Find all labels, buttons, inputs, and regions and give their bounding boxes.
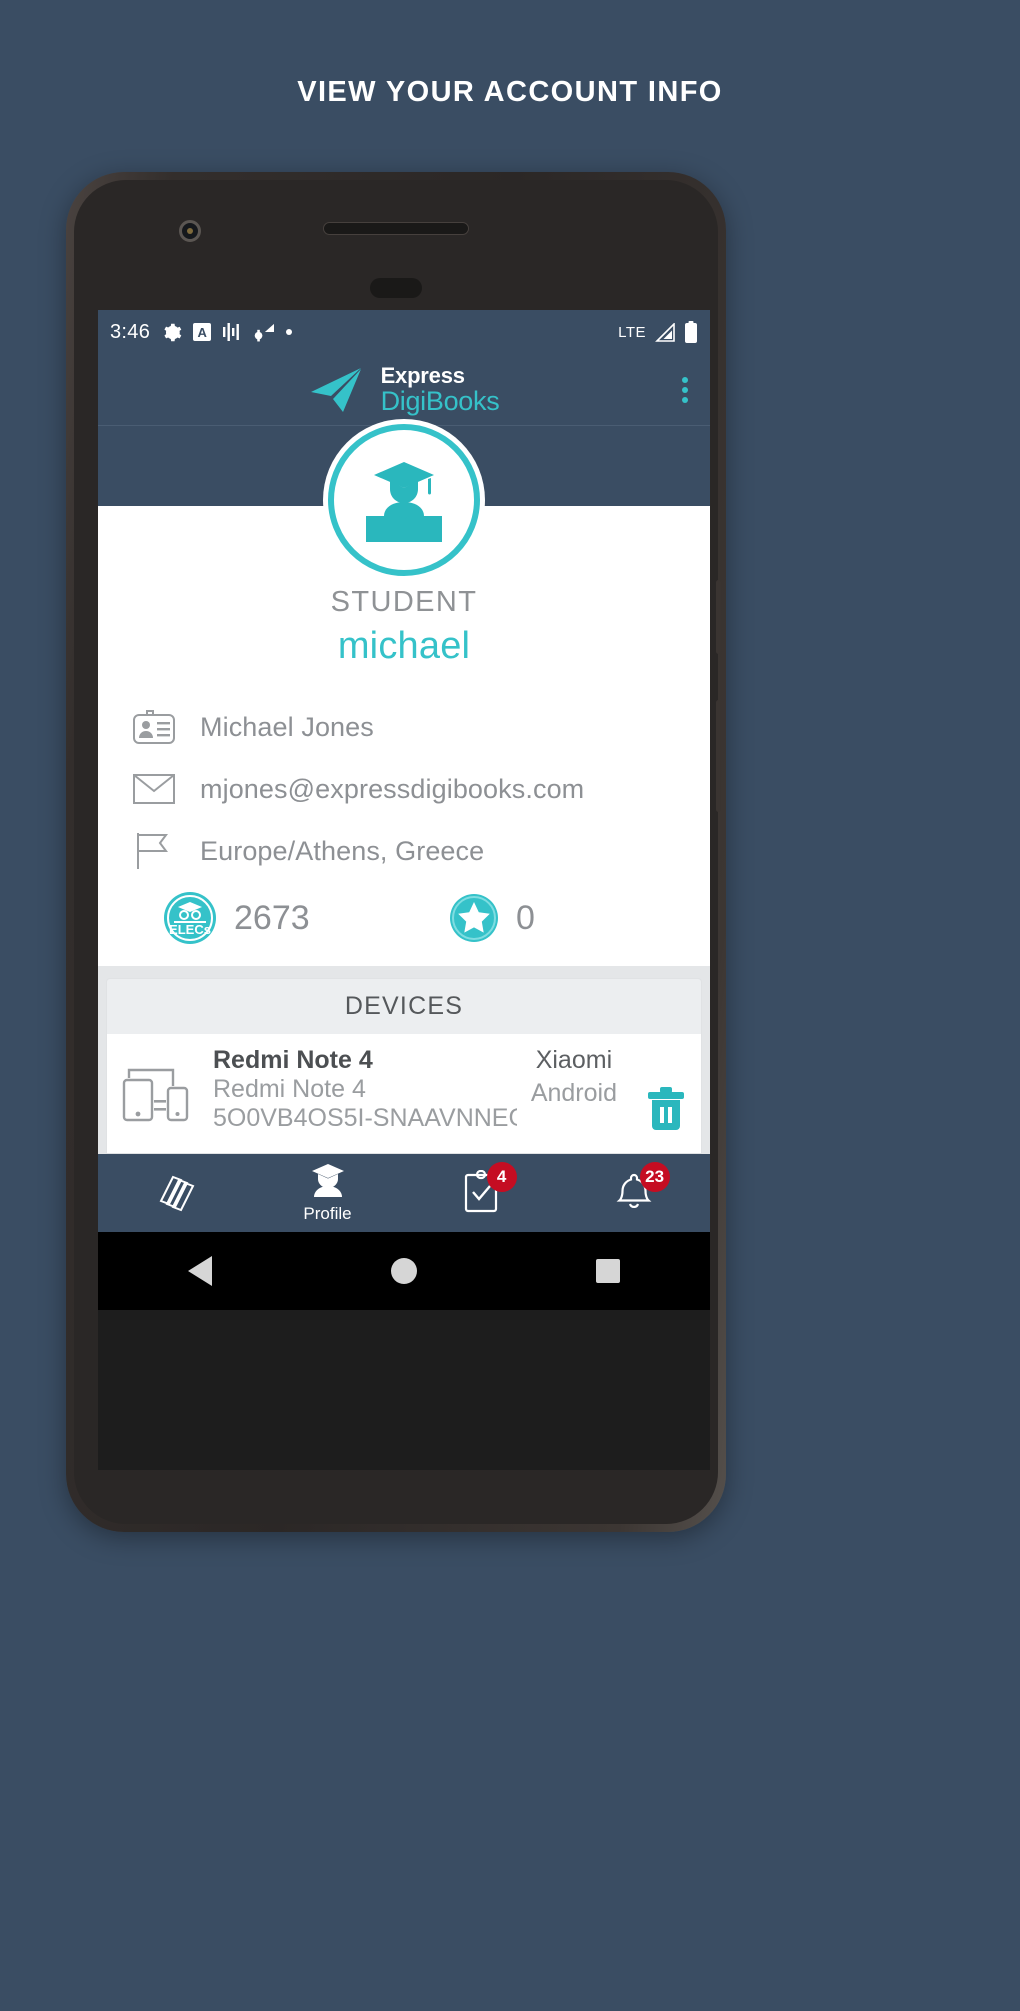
app-bar: Express DigiBooks xyxy=(98,354,710,426)
device-os: Android xyxy=(530,1079,617,1107)
nav-item-tasks[interactable]: 4 xyxy=(404,1154,557,1232)
id-badge-icon xyxy=(130,710,178,744)
device-brand: Xiaomi xyxy=(535,1046,613,1074)
volume-button[interactable] xyxy=(716,700,721,812)
network-type-label: LTE xyxy=(618,323,646,341)
page-title: VIEW YOUR ACCOUNT INFO xyxy=(297,76,723,108)
profile-info-list: Michael Jones mjones@expressdigibooks.co… xyxy=(98,696,710,950)
devices-section-title: DEVICES xyxy=(106,978,702,1034)
devices-icon xyxy=(121,1046,199,1133)
avatar xyxy=(328,424,480,576)
phone-screen: 3:46 A LTE Express DigiBooks STUDENT mic… xyxy=(98,310,710,1470)
info-fullname-value: Michael Jones xyxy=(200,711,374,742)
info-row-location: Europe/Athens, Greece xyxy=(130,820,678,882)
paper-plane-icon xyxy=(309,366,371,414)
more-vertical-icon[interactable] xyxy=(682,376,688,403)
nav-item-notifications[interactable]: 23 xyxy=(557,1154,710,1232)
profile-card: STUDENT michael Michael Jones mjones@exp… xyxy=(98,424,710,966)
earpiece-speaker xyxy=(323,222,469,235)
device-row[interactable]: Redmi Note 4 Redmi Note 4 5O0VB4OS5I-SNA… xyxy=(106,1034,702,1154)
stat-elecs: ELECs 2673 xyxy=(162,890,448,946)
graduate-icon xyxy=(307,1162,349,1202)
nav-badge-tasks: 4 xyxy=(486,1162,517,1192)
stat-stars: 0 xyxy=(448,892,535,944)
status-time: 3:46 xyxy=(110,320,151,343)
home-button[interactable] xyxy=(390,1258,417,1284)
bottom-navigation: Profile 4 23 xyxy=(98,1154,710,1232)
logo-secondary-text: DigiBooks xyxy=(380,385,500,416)
signal-triangle-icon xyxy=(654,322,676,342)
gear-icon xyxy=(161,322,182,343)
nav-label-profile: Profile xyxy=(303,1204,352,1223)
info-location-value: Europe/Athens, Greece xyxy=(200,835,485,866)
profile-username: michael xyxy=(337,625,471,667)
flag-icon xyxy=(130,831,178,871)
battery-icon xyxy=(684,321,698,343)
status-bar: 3:46 A LTE xyxy=(98,310,710,354)
elecs-badge-icon: ELECs xyxy=(162,890,218,946)
front-camera-icon xyxy=(179,220,201,242)
proximity-sensor xyxy=(370,278,422,298)
devices-section: DEVICES Redmi Note 4 Redmi Note 4 5O0VB4… xyxy=(98,966,710,1154)
student-graduate-icon xyxy=(328,424,480,576)
device-meta: Xiaomi Android xyxy=(531,1046,621,1108)
phone-frame: 3:46 A LTE Express DigiBooks STUDENT mic… xyxy=(66,172,726,1532)
info-row-email: mjones@expressdigibooks.com xyxy=(130,758,678,820)
info-email-value: mjones@expressdigibooks.com xyxy=(200,773,585,804)
device-info: Redmi Note 4 Redmi Note 4 5O0VB4OS5I-SNA… xyxy=(213,1046,517,1133)
dot-icon xyxy=(286,329,293,335)
trash-icon[interactable] xyxy=(635,1046,687,1137)
stat-elecs-value: 2673 xyxy=(234,898,310,937)
signal-bars-icon xyxy=(222,323,242,341)
device-model: Redmi Note 4 xyxy=(213,1075,366,1103)
nav-item-profile[interactable]: Profile xyxy=(251,1154,404,1232)
recents-button[interactable] xyxy=(596,1259,621,1283)
phone-bezel: 3:46 A LTE Express DigiBooks STUDENT mic… xyxy=(74,180,721,1524)
logo-primary-text: Express xyxy=(380,362,465,388)
back-button[interactable] xyxy=(187,1256,212,1286)
nav-item-books[interactable] xyxy=(98,1154,251,1232)
a-box-icon: A xyxy=(193,323,212,341)
svg-text:ELECs: ELECs xyxy=(169,922,211,937)
android-navigation-bar xyxy=(98,1232,710,1310)
books-icon xyxy=(153,1171,197,1213)
envelope-icon xyxy=(130,773,178,805)
device-name: Redmi Note 4 xyxy=(213,1046,373,1074)
profile-stats: ELECs 2673 0 xyxy=(130,882,678,950)
app-logo: Express DigiBooks xyxy=(309,362,500,416)
power-button[interactable] xyxy=(716,580,721,654)
star-badge-icon xyxy=(448,892,500,944)
nav-badge-notifications: 23 xyxy=(639,1162,670,1192)
screenshot-root: VIEW YOUR ACCOUNT INFO 3:46 A LTE Expres… xyxy=(0,0,1020,2011)
gear-wifi-icon xyxy=(253,322,275,342)
info-row-fullname: Michael Jones xyxy=(130,696,678,758)
device-serial: 5O0VB4OS5I-SNAAVNNEG3-... xyxy=(213,1104,517,1132)
stat-stars-value: 0 xyxy=(516,898,535,937)
